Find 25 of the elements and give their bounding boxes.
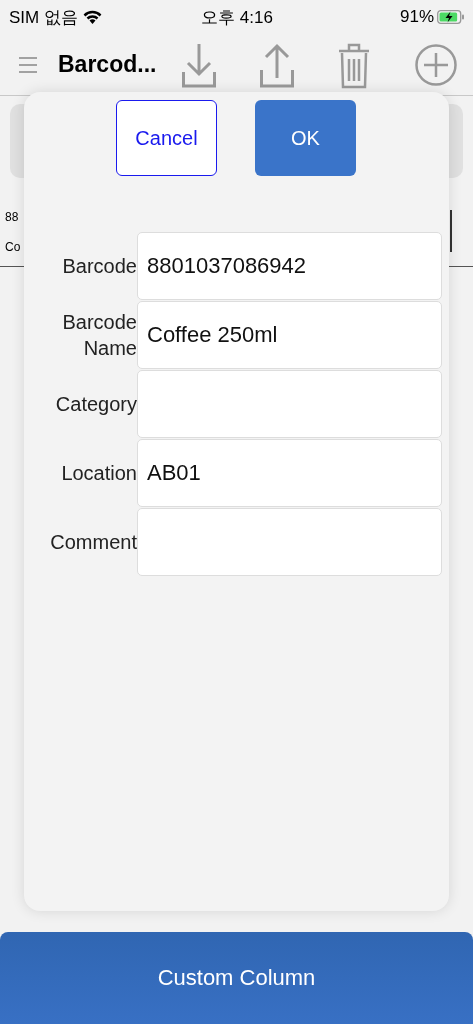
input-field[interactable]: 8801037086942 [137, 232, 442, 300]
scroll-indicator [450, 210, 452, 252]
cancel-button[interactable]: Cancel [116, 100, 217, 176]
list-item-text: Co [5, 240, 21, 254]
share-icon[interactable] [260, 41, 294, 88]
field-label: Category [54, 392, 137, 417]
field-label: Location [60, 461, 137, 486]
input-field[interactable]: Coffee 250ml [137, 301, 442, 369]
list-item-text: 88 [5, 210, 19, 224]
input-field[interactable] [137, 508, 442, 576]
wifi-icon [82, 10, 102, 24]
menu-icon[interactable] [18, 56, 38, 73]
carrier-label: SIM 없음 [9, 6, 78, 29]
input-field[interactable]: AB01 [137, 439, 442, 507]
clock: 오후 4:16 [201, 6, 273, 29]
battery-percent: 91% [399, 7, 434, 27]
ok-button[interactable]: OK [255, 100, 356, 176]
field-label: Barcode Name [61, 310, 137, 361]
download-icon[interactable] [182, 41, 216, 88]
app-title: Barcod... [58, 51, 158, 78]
field-label: Comment [49, 530, 137, 555]
field-label: Barcode [61, 254, 137, 279]
custom-column-button[interactable]: Custom Column [0, 932, 473, 1024]
add-icon[interactable] [415, 43, 457, 86]
input-field[interactable] [137, 370, 442, 438]
